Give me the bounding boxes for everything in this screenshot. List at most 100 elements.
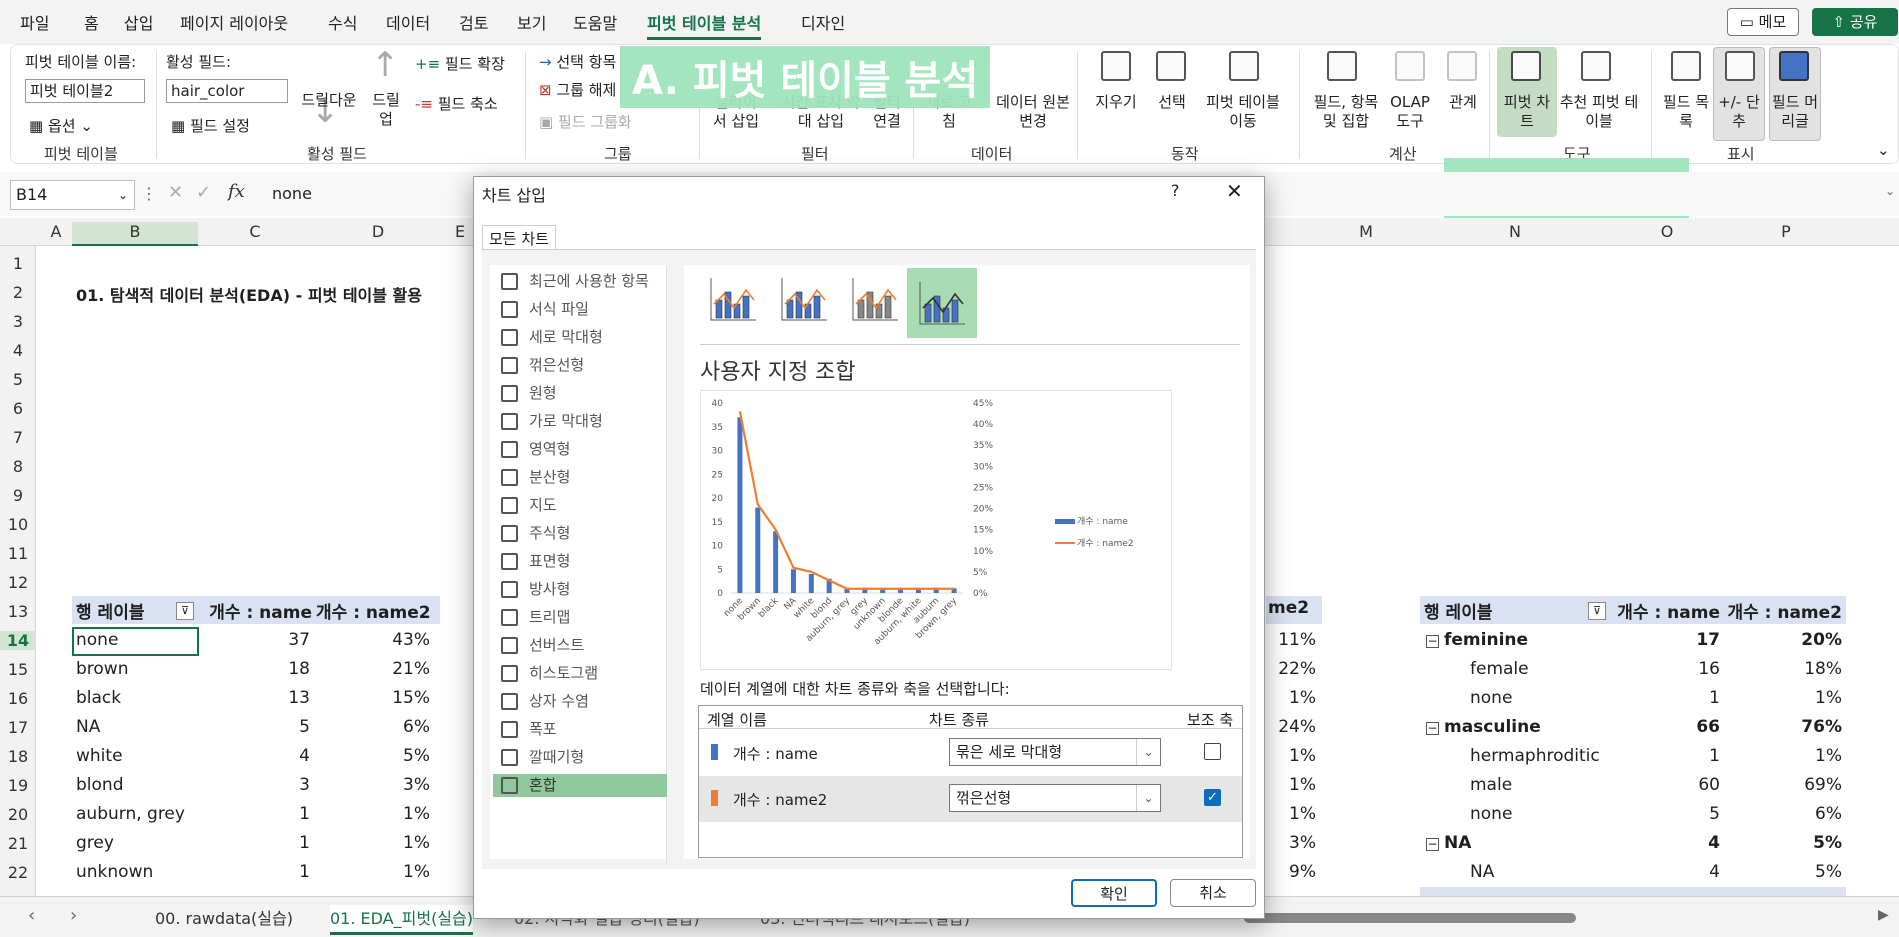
table3-row-label[interactable]: NA [1444, 833, 1471, 853]
drilldown-button[interactable]: 드릴다운 [294, 91, 364, 110]
row-header[interactable]: 21 [0, 834, 36, 853]
row-header[interactable]: 5 [0, 370, 36, 389]
chart-type-item[interactable]: 히스토그램 [493, 662, 667, 685]
table-mid-value[interactable]: 1% [1266, 804, 1316, 824]
table1-row-pct[interactable]: 1% [316, 804, 430, 824]
table3-row-pct[interactable]: 18% [1722, 659, 1842, 679]
table1-row-count[interactable]: 5 [200, 717, 310, 737]
tab-page-layout[interactable]: 페이지 레이아웃 [180, 10, 288, 34]
chart-type-item[interactable]: 깔때기형 [493, 746, 667, 769]
table1-row-pct[interactable]: 15% [316, 688, 430, 708]
collapse-icon[interactable]: − [1426, 722, 1439, 735]
table1-row-label[interactable]: blond [76, 775, 123, 795]
table3-row-count[interactable]: 5 [1610, 804, 1720, 824]
fields-items-button[interactable]: 필드, 항목 및 집합 [1307, 93, 1385, 131]
tab-home[interactable]: 홈 [84, 10, 99, 34]
chart-type-item[interactable]: 선버스트 [493, 634, 667, 657]
chart-type-item[interactable]: 트리맵 [493, 606, 667, 629]
table3-row-pct[interactable]: 5% [1722, 833, 1842, 853]
chart-type-item[interactable]: 영역형 [493, 438, 667, 461]
table3-row-pct[interactable]: 69% [1722, 775, 1842, 795]
filter-dropdown-icon[interactable]: ⊽ [176, 602, 194, 620]
share-button[interactable]: ⇧ 공유 [1812, 8, 1898, 36]
table-mid-value[interactable]: 9% [1266, 862, 1316, 882]
cancel-button[interactable]: 취소 [1170, 879, 1256, 907]
pivot-name-input[interactable]: 피벗 테이블2 [25, 79, 145, 103]
row-header[interactable]: 17 [0, 718, 36, 737]
select-button[interactable]: 선택 [1147, 93, 1197, 112]
memo-button[interactable]: ▭ 메모 [1727, 8, 1799, 36]
table-mid-value[interactable]: 1% [1266, 775, 1316, 795]
col-header[interactable]: D [320, 222, 436, 241]
chart-type-item[interactable]: 원형 [493, 382, 667, 405]
table-mid-value[interactable]: 1% [1266, 746, 1316, 766]
row-header[interactable]: 9 [0, 486, 36, 505]
table1-row-pct[interactable]: 43% [316, 630, 430, 650]
col-header[interactable]: A [46, 222, 66, 241]
tab-review[interactable]: 검토 [459, 10, 488, 34]
chart-type-item[interactable]: 주식형 [493, 522, 667, 545]
table-mid-value[interactable]: 22% [1266, 659, 1316, 679]
move-pivot-button[interactable]: 피벗 테이블 이동 [1197, 93, 1289, 131]
table3-row-pct[interactable]: 6% [1722, 804, 1842, 824]
options-button[interactable]: ▦ 옵션 ⌄ [29, 115, 93, 136]
table3-row-pct[interactable]: 20% [1722, 630, 1842, 650]
expand-formula-icon[interactable]: ⌄ [1885, 184, 1895, 198]
field-settings-button[interactable]: ▦ 필드 설정 [171, 115, 250, 136]
table3-row-pct[interactable]: 5% [1722, 862, 1842, 882]
chart-type-item[interactable]: 상자 수염 [493, 690, 667, 713]
tab-pivot-analyze[interactable]: 피벗 테이블 분석 [647, 10, 762, 40]
sheet-tab-active[interactable]: 01. EDA_피벗(실습) [330, 905, 473, 935]
subtype-custom-combination[interactable] [907, 268, 977, 338]
recommended-pivot-button[interactable]: 추천 피벗 테이블 [1557, 93, 1641, 131]
row-header[interactable]: 19 [0, 776, 36, 795]
row-header[interactable]: 12 [0, 573, 36, 592]
chart-type-item[interactable]: 분산형 [493, 466, 667, 489]
chart-type-item[interactable]: 지도 [493, 494, 667, 517]
table3-row-label[interactable]: hermaphroditic [1470, 746, 1600, 766]
field-headers-button[interactable]: 필드 머리글 [1769, 93, 1821, 131]
next-sheet-icon[interactable]: › [70, 905, 77, 926]
chart-type-item[interactable]: 서식 파일 [493, 298, 667, 321]
row-header[interactable]: 14 [0, 631, 36, 650]
expand-field-button[interactable]: +≡ 필드 확장 [415, 53, 505, 74]
tab-file[interactable]: 파일 [20, 10, 49, 34]
table-mid-value[interactable]: 11% [1266, 630, 1316, 650]
secondary-axis-checkbox[interactable]: ✓ [1204, 789, 1221, 806]
table-mid-value[interactable]: 24% [1266, 717, 1316, 737]
chart-type-item[interactable]: 방사형 [493, 578, 667, 601]
table3-row-count[interactable]: 1 [1610, 746, 1720, 766]
table1-row-pct[interactable]: 1% [316, 833, 430, 853]
table1-row-count[interactable]: 3 [200, 775, 310, 795]
table1-row-label[interactable]: black [76, 688, 121, 708]
tab-view[interactable]: 보기 [517, 10, 546, 34]
table3-row-label[interactable]: none [1470, 688, 1512, 708]
name-box[interactable]: B14 ⌄ [10, 180, 135, 210]
pivot-chart-button[interactable]: 피벗 차트 [1501, 93, 1553, 131]
table3-row-label[interactable]: female [1470, 659, 1529, 679]
fx-icon[interactable]: fx [228, 181, 245, 202]
table1-row-count[interactable]: 18 [200, 659, 310, 679]
table3-row-count[interactable]: 1 [1610, 688, 1720, 708]
table3-row-label[interactable]: feminine [1444, 630, 1528, 650]
scroll-right-icon[interactable]: ▶ [1878, 907, 1889, 923]
table1-row-pct[interactable]: 1% [316, 862, 430, 882]
chart-type-dropdown[interactable]: 묶은 세로 막대형 ⌄ [949, 738, 1161, 766]
row-header[interactable]: 22 [0, 863, 36, 882]
table3-row-label[interactable]: masculine [1444, 717, 1541, 737]
table-mid-value[interactable]: 3% [1266, 833, 1316, 853]
chart-type-item[interactable]: 세로 막대형 [493, 326, 667, 349]
table1-row-label[interactable]: white [76, 746, 123, 766]
collapse-field-button[interactable]: -≡ 필드 축소 [415, 93, 498, 114]
active-field-input[interactable]: hair_color [166, 79, 288, 103]
prev-sheet-icon[interactable]: ‹ [28, 905, 35, 926]
row-header[interactable]: 3 [0, 312, 36, 331]
chart-type-item[interactable]: 폭포 [493, 718, 667, 741]
enter-icon[interactable]: ✓ [196, 182, 211, 203]
tab-all-charts[interactable]: 모든 차트 [482, 225, 556, 251]
row-header[interactable]: 10 [0, 515, 36, 534]
table1-row-label[interactable]: grey [76, 833, 114, 853]
col-header[interactable]: B [72, 222, 198, 246]
horizontal-scrollbar[interactable] [1244, 913, 1576, 923]
table3-row-pct[interactable]: 1% [1722, 688, 1842, 708]
